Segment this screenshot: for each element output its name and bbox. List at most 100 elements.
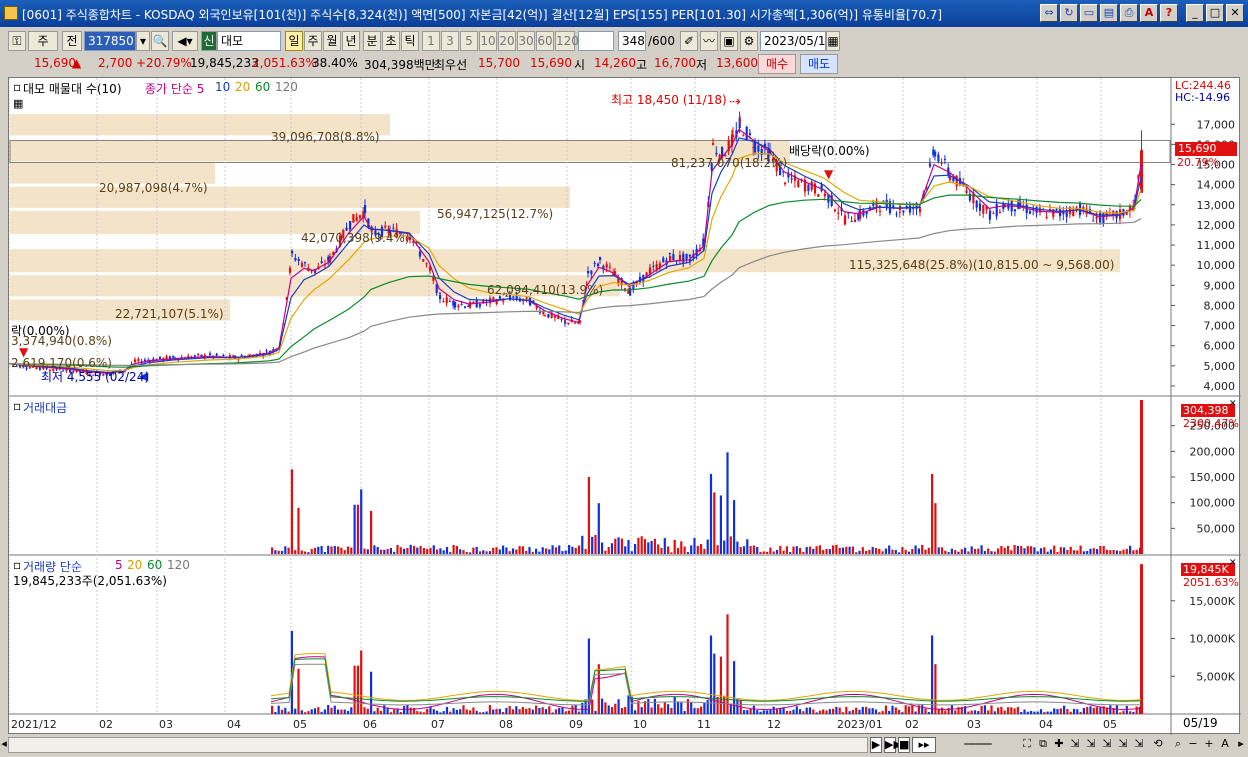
market-select[interactable]: 주: [28, 31, 58, 51]
price-pane-handle-icon[interactable]: ▫: [13, 80, 21, 94]
period-second[interactable]: 초: [382, 31, 400, 51]
period-week[interactable]: 주: [304, 31, 322, 51]
close-button[interactable]: ✕: [1226, 4, 1244, 22]
search-zoom-icon[interactable]: ⌕: [1170, 737, 1186, 753]
search-icon[interactable]: 🔍: [151, 31, 169, 51]
volume-bar: [1036, 711, 1039, 714]
refresh-icon[interactable]: ↻: [1060, 4, 1078, 22]
stock-code-input[interactable]: 317850: [84, 31, 136, 51]
amount-bar: [723, 540, 726, 554]
save-icon[interactable]: ▣: [720, 31, 738, 51]
window-icon[interactable]: ▭: [1080, 4, 1098, 22]
period-minute[interactable]: 분: [363, 31, 381, 51]
scroll-right-icon[interactable]: ▸: [1234, 737, 1248, 753]
volume-bar: [818, 710, 821, 714]
amount-bar: [894, 550, 897, 554]
interval-30[interactable]: 30: [517, 31, 535, 51]
calendar-icon[interactable]: ▦: [826, 31, 840, 51]
stock-name-field[interactable]: 대모: [217, 31, 281, 51]
settings-icon[interactable]: ⚙: [740, 31, 758, 51]
candle-body: [352, 214, 355, 223]
amount-bar: [1006, 545, 1010, 554]
volume-bar: [320, 711, 323, 714]
period-year[interactable]: 년: [342, 31, 360, 51]
custom-interval-input[interactable]: [578, 31, 614, 51]
volume-bar: [455, 709, 458, 714]
range-icon[interactable]: ⇲: [1116, 737, 1130, 753]
grid-icon[interactable]: ▦: [13, 97, 23, 110]
amount-bar: [706, 539, 709, 554]
lock-icon[interactable]: ⚿: [8, 31, 26, 51]
horizontal-scrollbar[interactable]: [8, 737, 868, 753]
range-icon[interactable]: ⇲: [1132, 737, 1146, 753]
help-icon[interactable]: ?: [1160, 4, 1178, 22]
close-pane-icon[interactable]: ✕: [1229, 558, 1237, 568]
link-icon[interactable]: ⇔: [1040, 4, 1058, 22]
amount-pane-handle-icon[interactable]: ▫: [13, 399, 21, 413]
chart-area[interactable]: 4,000 5,000 6,000 7,000 8,000 9,000 10,000 11,0…: [8, 77, 1241, 735]
zoom-tool-icon[interactable]: ⛶: [1020, 737, 1034, 753]
month-label: 03: [967, 718, 981, 731]
volume-bar: [389, 712, 392, 714]
stop-icon[interactable]: ■: [898, 737, 910, 753]
speaker-icon[interactable]: ◀▾: [172, 31, 198, 51]
amount-bar: [980, 545, 983, 554]
interval-60[interactable]: 60: [536, 31, 554, 51]
range-icon[interactable]: ⇲: [1084, 737, 1098, 753]
interval-1[interactable]: 1: [422, 31, 440, 51]
volume-bar: [703, 702, 706, 714]
volume-pane-handle-icon[interactable]: ▫: [13, 558, 21, 572]
zoom-in-icon[interactable]: +: [1202, 737, 1216, 753]
volume-bar: [911, 705, 914, 714]
interval-120[interactable]: 120: [555, 31, 579, 51]
buy-button[interactable]: 매수: [758, 54, 796, 74]
interval-3[interactable]: 3: [441, 31, 459, 51]
split-icon[interactable]: ▤: [1100, 4, 1118, 22]
print-icon[interactable]: ⎙: [1120, 4, 1138, 22]
close-pane-icon[interactable]: ✕: [1229, 399, 1237, 409]
play-icon[interactable]: ▶: [870, 737, 882, 753]
app-icon: [4, 6, 18, 20]
range-icon[interactable]: ⇲: [1068, 737, 1082, 753]
count-input[interactable]: 348: [618, 31, 646, 51]
sell-button[interactable]: 매도: [800, 54, 838, 74]
minimize-button[interactable]: _: [1186, 4, 1204, 22]
candle-body: [137, 358, 140, 362]
zoom-slider[interactable]: ⎯⎯⎯⎯⎯: [940, 737, 1016, 753]
volume-bar: [653, 698, 656, 714]
text-icon[interactable]: A: [1218, 737, 1232, 753]
range-icon[interactable]: ⇲: [1100, 737, 1114, 753]
candle-body: [492, 297, 495, 300]
maximize-button[interactable]: □: [1206, 4, 1224, 22]
amount-bar: [591, 536, 594, 554]
reset-icon[interactable]: ⟲: [1150, 737, 1166, 753]
font-icon[interactable]: A: [1140, 4, 1158, 22]
credit-badge: 신: [201, 31, 217, 51]
prev-button[interactable]: 전: [62, 31, 82, 51]
overlay-icon[interactable]: ⧉: [1036, 737, 1050, 753]
zoom-out-icon[interactable]: −: [1186, 737, 1200, 753]
interval-20[interactable]: 20: [498, 31, 516, 51]
amount-bar: [643, 539, 647, 554]
code-dropdown-icon[interactable]: ▾: [136, 31, 150, 51]
volume-bar: [383, 705, 386, 714]
period-month[interactable]: 월: [323, 31, 341, 51]
vol-ma120-legend: 120: [167, 558, 190, 572]
period-tick[interactable]: 틱: [401, 31, 419, 51]
draw-tool-icon[interactable]: ✐: [680, 31, 698, 51]
candle-body: [384, 225, 387, 228]
next-icon[interactable]: ▶▶: [884, 737, 902, 753]
chart-tool-icon[interactable]: 〰: [700, 31, 718, 51]
date-input[interactable]: 2023/05/19: [760, 31, 833, 51]
cross-icon[interactable]: ✚: [1052, 737, 1066, 753]
amount-bar: [861, 547, 864, 554]
fast-forward-icon[interactable]: ▸▸: [912, 737, 936, 753]
interval-10[interactable]: 10: [479, 31, 497, 51]
volume-bar: [785, 710, 788, 714]
scroll-left-icon[interactable]: ◂: [0, 737, 8, 753]
vol-ma20-legend: 20: [127, 558, 143, 572]
interval-5[interactable]: 5: [460, 31, 478, 51]
ma60-legend: 60: [255, 80, 271, 94]
candle-body: [732, 134, 735, 138]
period-day[interactable]: 일: [285, 31, 303, 51]
